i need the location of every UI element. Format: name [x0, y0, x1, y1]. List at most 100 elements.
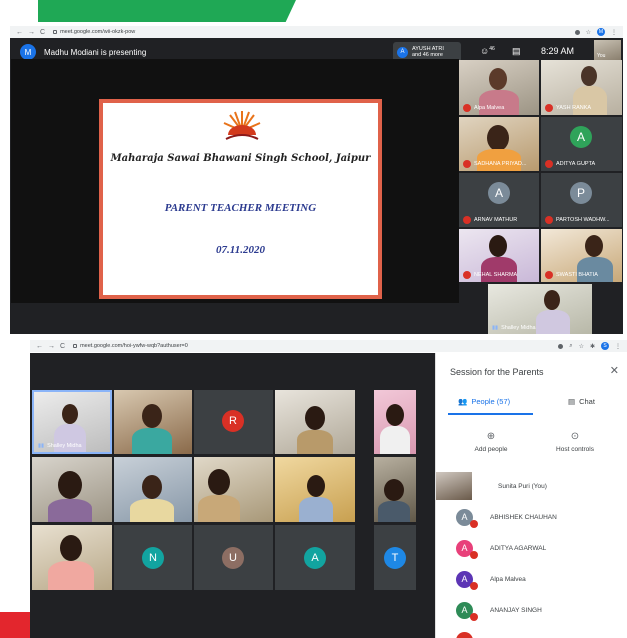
presenting-text: Madhu Modiani is presenting — [44, 47, 147, 57]
participant-tile: SADHANA PRIYAD... — [459, 117, 539, 171]
tile-name: PARTOSH WADHW... — [545, 216, 610, 224]
url-text: meet.google.com/hoi-ywfw-wqb?authuser=0 — [80, 343, 188, 349]
participant-tile: ▮▮ Shalley Midha — [32, 390, 112, 454]
nav-buttons: ← → C — [36, 343, 65, 350]
clock-time: 8:29 AM — [541, 46, 575, 56]
participant-tile — [374, 390, 416, 454]
host-controls-button[interactable]: ⊙ Host controls — [540, 431, 610, 453]
close-icon[interactable]: ✕ — [610, 364, 619, 377]
forward-icon[interactable]: → — [28, 29, 35, 36]
more-icon[interactable]: ⋮ — [615, 343, 621, 350]
participant-tile: NEHAL SHARMA — [459, 229, 539, 282]
top-meet-window: M Madhu Modiani is presenting A AYUSH AT… — [10, 38, 623, 334]
list-item[interactable]: Sunita Puri (You) — [436, 471, 627, 501]
mic-off-icon — [470, 612, 478, 621]
tile-name: NEHAL SHARMA — [463, 271, 517, 279]
participant-head — [307, 475, 325, 497]
people-icon[interactable]: ☺46 — [480, 46, 495, 56]
participant-tile: N — [114, 525, 192, 590]
sun-logo-icon — [223, 111, 261, 140]
participant-avatar: A — [304, 547, 326, 569]
profile-avatar[interactable]: M — [597, 28, 605, 36]
zoom-icon[interactable]: ⌕ — [569, 343, 572, 350]
reload-icon[interactable]: C — [40, 29, 45, 36]
participant-head — [208, 469, 230, 495]
bottom-browser-bar: ← → C meet.google.com/hoi-ywfw-wqb?authu… — [30, 340, 627, 352]
participant-tile — [275, 390, 355, 454]
participant-body — [130, 499, 174, 522]
bottom-meet-grid: ▮▮ Shalley Midha R N U A T — [30, 353, 435, 638]
participant-head — [487, 125, 509, 151]
tile-name: YASH RANKA — [545, 104, 591, 112]
person-name: ANANJAY SINGH — [490, 606, 542, 614]
person-name: ABHISHEK CHAUHAN — [490, 513, 557, 521]
back-icon[interactable]: ← — [16, 29, 23, 36]
participant-tile: A ARNAV MATHUR — [459, 173, 539, 227]
mic-off-icon — [470, 519, 478, 528]
add-person-icon: ⊕ — [486, 431, 496, 442]
tile-name: ▮▮ Shalley Midha — [492, 325, 536, 331]
tab-chat[interactable]: ▤ Chat — [568, 397, 595, 406]
address-bar[interactable]: meet.google.com/wii-okzk-pow — [53, 29, 135, 35]
participant-body — [48, 561, 94, 590]
toggle-icon: ⊙ — [570, 431, 580, 442]
participant-tile: ▮▮ Shalley Midha — [488, 284, 592, 334]
speaking-icon: ▮▮ — [492, 325, 499, 331]
back-icon[interactable]: ← — [36, 343, 43, 350]
participant-head — [384, 479, 404, 501]
list-item[interactable] — [436, 625, 627, 638]
participant-tile: U — [194, 525, 273, 590]
more-icon[interactable]: ⋮ — [611, 29, 617, 36]
chat-icon[interactable]: ▤ — [512, 46, 521, 57]
meeting-title: PARENT TEACHER MEETING — [164, 202, 317, 214]
list-item[interactable]: A ADITYA AGARWAL — [436, 533, 627, 563]
mic-off-icon — [463, 104, 471, 112]
camera-icon[interactable] — [574, 29, 580, 35]
participant-tile: Alpa Malvea — [459, 60, 539, 115]
add-people-button[interactable]: ⊕ Add people — [456, 431, 526, 453]
forward-icon[interactable]: → — [48, 343, 55, 350]
participant-head — [585, 235, 603, 257]
person-name: ADITYA AGARWAL — [490, 544, 547, 552]
participant-body — [54, 424, 86, 452]
participant-chip-avatar: A — [397, 46, 408, 58]
person-avatar — [456, 631, 473, 638]
participant-avatar: U — [222, 547, 244, 569]
chat-icon: ▤ — [568, 397, 576, 406]
presentation-slide: Maharaja Sawai Bhawani Singh School, Jai… — [99, 99, 382, 299]
tile-name: SADHANA PRIYAD... — [463, 160, 526, 168]
participant-tile — [114, 457, 192, 522]
reload-icon[interactable]: C — [60, 343, 65, 350]
participant-tile — [114, 390, 192, 454]
participant-body — [536, 310, 570, 334]
browser-extensions: ☆ M ⋮ — [574, 28, 617, 36]
participant-head — [60, 535, 82, 561]
presentation-area: Maharaja Sawai Bhawani Singh School, Jai… — [11, 59, 459, 303]
camera-icon[interactable] — [558, 343, 564, 349]
address-bar[interactable]: meet.google.com/hoi-ywfw-wqb?authuser=0 — [73, 343, 188, 349]
star-icon[interactable]: ☆ — [586, 29, 591, 36]
participant-avatar: T — [384, 547, 406, 569]
puzzle-icon[interactable]: ✱ — [590, 343, 595, 350]
participant-head — [142, 404, 162, 428]
participant-avatar: A — [488, 182, 510, 204]
tile-name: ▮▮ Shalley Midha — [38, 443, 82, 449]
tab-people[interactable]: 👥 People (57) — [458, 397, 510, 406]
mic-off-icon — [463, 271, 471, 279]
list-item[interactable]: A ANANJAY SINGH — [436, 595, 627, 625]
meeting-date: 07.11.2020 — [216, 244, 265, 256]
star-icon[interactable]: ☆ — [579, 343, 584, 350]
list-item[interactable]: A Alpa Malvea — [436, 564, 627, 594]
participant-tile — [194, 457, 273, 522]
participant-chip-more: and 46 more — [412, 52, 443, 58]
panel-title: Session for the Parents — [450, 367, 544, 377]
participant-body — [132, 428, 172, 454]
presenter-row: M Madhu Modiani is presenting — [20, 44, 146, 60]
tile-name: SWASTI BHATIA — [545, 271, 598, 279]
participant-body — [48, 499, 92, 522]
participant-body — [380, 426, 410, 454]
list-item[interactable]: A ABHISHEK CHAUHAN — [436, 502, 627, 532]
green-banner — [38, 0, 296, 22]
profile-avatar[interactable]: S — [601, 342, 609, 350]
participant-tile — [275, 457, 355, 522]
